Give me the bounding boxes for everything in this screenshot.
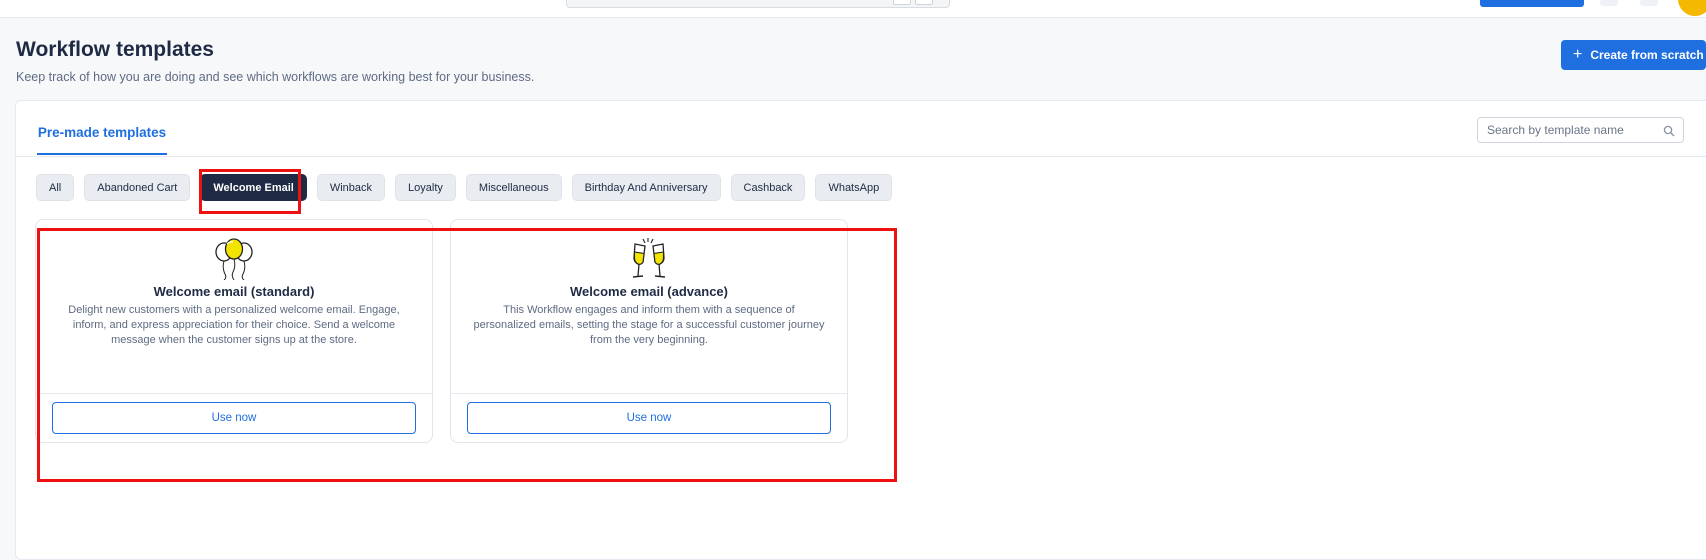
balloons-icon [212, 238, 256, 285]
language-icon[interactable] [1640, 0, 1658, 6]
search-icon[interactable] [1663, 124, 1675, 142]
page-subtitle: Keep track of how you are doing and see … [16, 70, 535, 84]
chip-welcome-email[interactable]: Welcome Email [200, 174, 307, 201]
template-search-input[interactable] [1487, 123, 1655, 137]
tab-label: Pre-made templates [37, 125, 167, 140]
category-chips: All Abandoned Cart Welcome Email Winback… [36, 174, 893, 201]
chip-miscellaneous[interactable]: Miscellaneous [465, 174, 562, 201]
chip-cashback[interactable]: Cashback [730, 174, 806, 201]
top-bar [0, 0, 1706, 18]
template-search[interactable] [1477, 117, 1684, 143]
card-description: Delight new customers with a personalize… [68, 304, 400, 346]
shortcut-key [915, 0, 933, 5]
document-icon[interactable] [1600, 0, 1618, 6]
template-card: Welcome email (standard) Delight new cus… [35, 219, 433, 443]
card-title: Welcome email (standard) [153, 284, 315, 299]
champagne-glasses-icon [629, 238, 669, 285]
page-title: Workflow templates [16, 38, 214, 61]
chip-loyalty[interactable]: Loyalty [395, 174, 456, 201]
create-from-scratch-button[interactable]: + Create from scratch [1561, 40, 1706, 70]
chip-birthday-anniversary[interactable]: Birthday And Anniversary [571, 174, 721, 201]
divider [451, 393, 847, 394]
tab-premade-templates[interactable]: Pre-made templates [37, 112, 167, 155]
divider [36, 393, 432, 394]
divider [16, 156, 1706, 157]
create-from-scratch-label: Create from scratch [1590, 48, 1704, 62]
global-search-input[interactable] [566, 0, 950, 8]
avatar[interactable] [1678, 0, 1706, 16]
chip-whatsapp[interactable]: WhatsApp [815, 174, 893, 201]
card-description: This Workflow engages and inform them wi… [473, 304, 825, 346]
chip-all[interactable]: All [36, 174, 75, 201]
use-now-button[interactable]: Use now [467, 402, 831, 434]
top-action-button[interactable] [1480, 0, 1584, 7]
chip-abandoned-cart[interactable]: Abandoned Cart [84, 174, 191, 201]
shortcut-key [893, 0, 911, 5]
template-card: Welcome email (advance) This Workflow en… [450, 219, 848, 443]
card-title: Welcome email (advance) [570, 284, 728, 299]
use-now-button[interactable]: Use now [52, 402, 416, 434]
plus-icon: + [1573, 46, 1583, 63]
chip-winback[interactable]: Winback [316, 174, 386, 201]
